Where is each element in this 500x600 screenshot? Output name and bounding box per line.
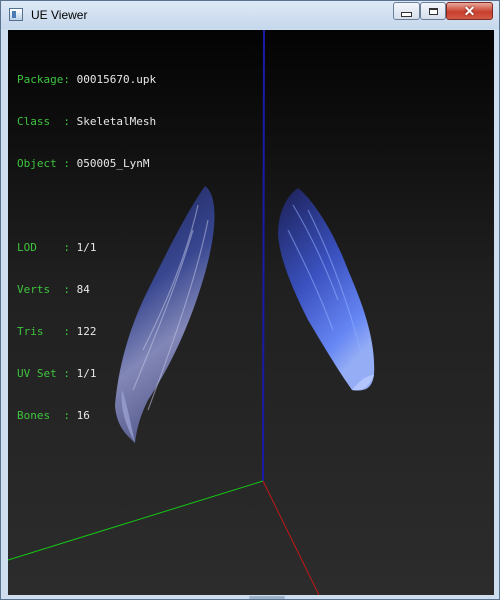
lod-label: LOD : <box>17 241 70 254</box>
tris-label: Tris : <box>17 325 70 338</box>
resize-grip[interactable] <box>249 596 285 599</box>
tris-row: Tris : 122 <box>17 325 156 339</box>
minimize-icon <box>401 11 412 17</box>
app-icon <box>9 8 23 21</box>
app-window: UE Viewer ✕ Package: 00015670.upk Class … <box>0 0 500 600</box>
uv-set-label: UV Set : <box>17 367 70 380</box>
class-row: Class : SkeletalMesh <box>17 115 156 129</box>
package-value: 00015670.upk <box>76 73 157 86</box>
uv-set-row: UV Set : 1/1 <box>17 367 156 381</box>
verts-row: Verts : 84 <box>17 283 156 297</box>
bones-value: 16 <box>76 409 90 422</box>
object-label: Object : <box>17 157 70 170</box>
close-button[interactable]: ✕ <box>446 2 493 20</box>
bones-label: Bones : <box>17 409 70 422</box>
maximize-button[interactable] <box>420 2 446 20</box>
object-value: 050005_LynM <box>76 157 150 170</box>
package-row: Package: 00015670.upk <box>17 73 156 87</box>
class-label: Class : <box>17 115 70 128</box>
uv-set-value: 1/1 <box>76 367 97 380</box>
x-axis-line <box>262 480 320 595</box>
tris-value: 122 <box>76 325 97 338</box>
minimize-button[interactable] <box>393 2 420 20</box>
window-title: UE Viewer <box>31 8 88 22</box>
maximize-icon <box>428 7 438 15</box>
package-label: Package: <box>17 73 70 86</box>
close-icon: ✕ <box>463 3 476 19</box>
title-bar[interactable]: UE Viewer ✕ <box>1 1 499 29</box>
bones-row: Bones : 16 <box>17 409 156 423</box>
z-axis-line <box>262 30 265 482</box>
lod-value: 1/1 <box>76 241 97 254</box>
lod-row: LOD : 1/1 <box>17 241 156 255</box>
verts-value: 84 <box>76 283 90 296</box>
y-axis-line <box>8 480 264 561</box>
verts-label: Verts : <box>17 283 70 296</box>
3d-viewport[interactable]: Package: 00015670.upk Class : SkeletalMe… <box>8 30 494 595</box>
right-wing-mesh <box>278 188 375 391</box>
object-row: Object : 050005_LynM <box>17 157 156 171</box>
mesh-info-overlay: Package: 00015670.upk Class : SkeletalMe… <box>17 45 156 451</box>
class-value: SkeletalMesh <box>76 115 157 128</box>
